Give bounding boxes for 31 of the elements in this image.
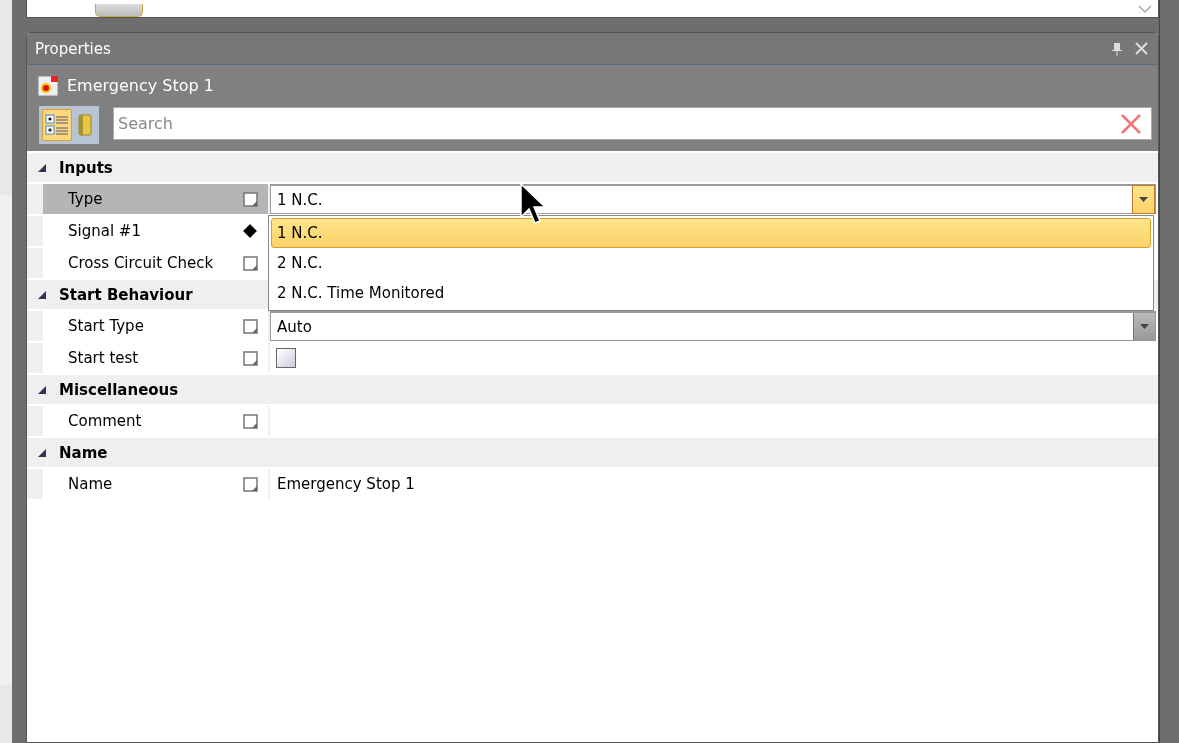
caret-icon[interactable] [1139,197,1148,202]
checkbox[interactable] [276,348,296,368]
dropdown-option[interactable]: 1 N.C. [271,218,1151,248]
clear-icon[interactable] [1120,113,1142,135]
edit-marker-icon[interactable] [243,350,258,366]
diamond-icon[interactable] [242,223,258,239]
edit-marker-icon[interactable] [243,255,258,271]
categorized-view-button[interactable] [42,109,72,141]
collapse-icon[interactable] [37,162,47,173]
emergency-stop-icon [37,74,59,97]
panel-title: Properties [35,39,112,58]
edit-marker-icon[interactable] [243,191,258,207]
edit-marker-icon[interactable] [243,318,258,334]
dropdown-option[interactable]: 2 N.C. Time Monitored [271,278,1151,308]
value-text[interactable]: Emergency Stop 1 [270,475,415,493]
property-name[interactable]: Type [43,184,268,214]
pin-icon[interactable] [1111,41,1123,56]
object-title: Emergency Stop 1 [67,76,214,95]
edit-marker-icon[interactable] [243,413,258,429]
category-title: Name [59,443,108,462]
category-title: Miscellaneous [59,380,179,399]
category-title: Inputs [59,158,113,177]
edit-marker-icon[interactable] [243,476,258,492]
search-field[interactable]: Search [113,107,1152,140]
category-title: Start Behaviour [59,285,193,304]
collapse-icon[interactable] [37,289,47,300]
collapse-icon[interactable] [37,447,47,458]
caret-icon[interactable] [1140,324,1149,329]
collapse-icon[interactable] [37,384,47,395]
dropdown-option[interactable]: 2 N.C. [271,248,1151,278]
close-icon[interactable] [1135,42,1148,55]
